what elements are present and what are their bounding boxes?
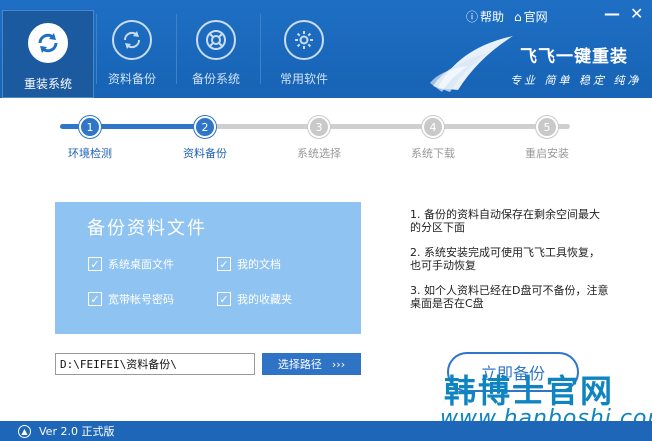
nav-common-software[interactable]: 常用软件 — [264, 14, 344, 94]
checkbox-label: 系统桌面文件 — [108, 258, 174, 271]
step-4-label: 系统下载 — [411, 147, 455, 160]
step-5-label: 重启安装 — [525, 147, 569, 160]
checkbox-favorites[interactable]: ✓ 我的收藏夹 — [217, 291, 292, 307]
choose-path-button[interactable]: 选择路径 ››› — [262, 353, 361, 375]
arrows-icon: ››› — [331, 357, 346, 371]
nav-reinstall-system[interactable]: 重装系统 — [2, 10, 94, 98]
checkbox-label: 我的收藏夹 — [237, 293, 292, 306]
step-1-dot: 1 — [79, 116, 101, 138]
step-3-label: 系统选择 — [297, 147, 341, 160]
step-3-dot: 3 — [308, 116, 330, 138]
help-icon: ⓘ — [466, 10, 479, 24]
nav-label: 备份系统 — [191, 72, 240, 86]
help-link[interactable]: ⓘ 帮助 — [466, 8, 504, 25]
nav-label: 重装系统 — [23, 77, 72, 91]
top-links: ⓘ 帮助 ⌂ 官网 — [466, 8, 548, 25]
refresh-icon — [28, 23, 68, 63]
note-2: 2. 系统安装完成可使用飞飞工具恢复，也可手动恢复 — [410, 246, 600, 272]
step-1-label: 环境检测 — [68, 147, 112, 160]
backup-path-input[interactable] — [55, 353, 255, 375]
check-icon: ✓ — [88, 292, 102, 306]
choose-path-label: 选择路径 — [277, 358, 322, 371]
close-button[interactable]: ✕ — [630, 4, 643, 23]
wing-logo-icon — [430, 36, 513, 92]
check-icon: ✓ — [217, 257, 231, 271]
official-site-link[interactable]: ⌂ 官网 — [514, 8, 548, 25]
nav-data-backup[interactable]: 资料备份 — [92, 14, 172, 94]
check-icon: ✓ — [217, 292, 231, 306]
home-icon: ⌂ — [514, 9, 522, 24]
checkbox-my-documents[interactable]: ✓ 我的文档 — [217, 256, 281, 272]
nav-divider — [260, 14, 261, 84]
step-2-dot: 2 — [194, 116, 216, 138]
step-5-dot: 5 — [536, 116, 558, 138]
checkbox-desktop-files[interactable]: ✓ 系统桌面文件 — [88, 256, 174, 272]
step-2-label: 资料备份 — [183, 147, 227, 160]
help-label: 帮助 — [480, 10, 505, 24]
note-1: 1. 备份的资料自动保存在剩余空间最大的分区下面 — [410, 208, 600, 234]
official-site-label: 官网 — [523, 10, 548, 24]
brand-subtitle: 专业 简单 稳定 纯净 — [510, 74, 642, 87]
check-icon: ✓ — [88, 257, 102, 271]
nav-backup-system[interactable]: 备份系统 — [176, 14, 256, 94]
arrow-up-icon[interactable]: ▲ — [18, 424, 31, 438]
footer: ▲ Ver 2.0 正式版 — [0, 421, 652, 441]
minimize-button[interactable]: — — [604, 4, 620, 23]
version-label: Ver 2.0 正式版 — [39, 425, 115, 438]
sync-icon — [112, 20, 152, 60]
nav-label: 常用软件 — [279, 72, 328, 86]
step-progress-remaining — [210, 124, 570, 129]
gear-icon — [284, 20, 324, 60]
checkbox-label: 我的文档 — [237, 258, 281, 271]
panel-title: 备份资料文件 — [87, 218, 207, 239]
header: 重装系统 资料备份 备份系统 常用软件 ⓘ 帮助 ⌂ 官网 — ✕ 飞飞一键重装… — [0, 0, 652, 98]
lifebuoy-icon — [196, 20, 236, 60]
checkbox-broadband-password[interactable]: ✓ 宽带帐号密码 — [88, 291, 174, 307]
nav-label: 资料备份 — [107, 72, 156, 86]
checkbox-label: 宽带帐号密码 — [108, 293, 174, 306]
brand-title: 飞飞一键重装 — [520, 47, 628, 67]
step-4-dot: 4 — [422, 116, 444, 138]
backup-notes: 1. 备份的资料自动保存在剩余空间最大的分区下面 2. 系统安装完成可使用飞飞工… — [410, 208, 610, 322]
note-3: 3. 如个人资料已经在D盘可不备份，注意桌面是否在C盘 — [410, 284, 609, 310]
backup-panel: 备份资料文件 ✓ 系统桌面文件 ✓ 我的文档 ✓ 宽带帐号密码 ✓ 我的收藏夹 — [55, 202, 361, 334]
